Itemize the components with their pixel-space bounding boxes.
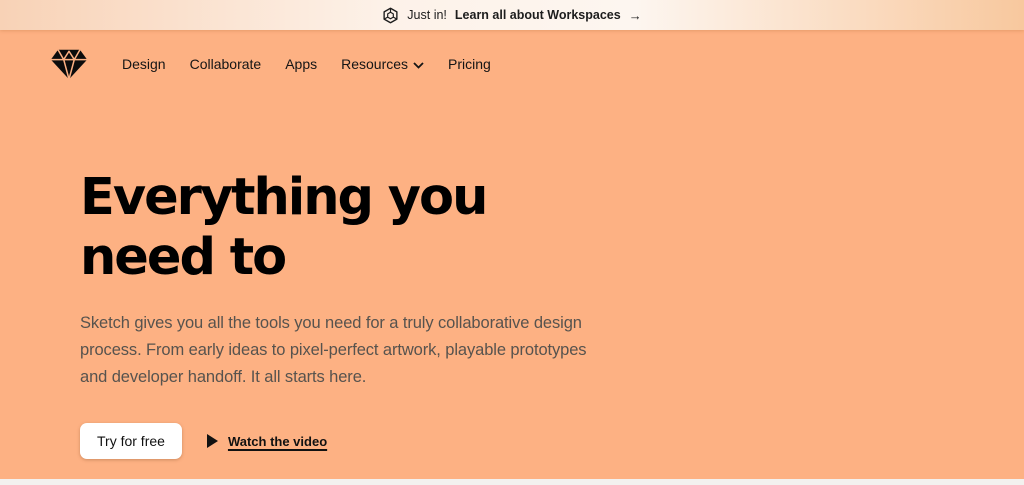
nav-item-apps[interactable]: Apps [273, 50, 329, 78]
banner-link-text[interactable]: Learn all about Workspaces [455, 8, 621, 22]
workspaces-hexagon-icon [382, 7, 399, 24]
nav-item-resources[interactable]: Resources [329, 50, 436, 78]
hero-content: Everything you need to Sketch gives you … [0, 168, 1024, 459]
main-nav: Design Collaborate Apps Resources Pricin… [0, 30, 1024, 80]
nav-links: Design Collaborate Apps Resources Pricin… [110, 50, 503, 78]
hero-heading: Everything you need to [80, 168, 1024, 288]
banner-arrow-icon: → [628, 7, 642, 23]
nav-item-pricing[interactable]: Pricing [436, 50, 503, 78]
sketch-homepage: Just in! Learn all about Workspaces → De… [0, 0, 1024, 485]
nav-item-collaborate[interactable]: Collaborate [178, 50, 274, 78]
announcement-banner[interactable]: Just in! Learn all about Workspaces → [0, 0, 1024, 30]
watch-video-link[interactable]: Watch the video [206, 433, 328, 449]
sketch-diamond-logo[interactable] [50, 48, 88, 80]
below-fold-strip [0, 479, 1024, 485]
cta-row: Try for free Watch the video [80, 423, 1024, 459]
try-for-free-button[interactable]: Try for free [80, 423, 182, 459]
hero-paragraph: Sketch gives you all the tools you need … [80, 314, 587, 386]
banner-prefix-text: Just in! [407, 8, 447, 22]
hero-section: Design Collaborate Apps Resources Pricin… [0, 30, 1024, 479]
watch-video-label: Watch the video [227, 433, 328, 449]
chevron-down-icon [413, 61, 424, 69]
nav-item-design[interactable]: Design [110, 50, 178, 78]
hero-heading-line1: Everything you [80, 168, 488, 227]
hero-heading-line2: need to [80, 228, 287, 287]
play-icon [206, 434, 218, 448]
